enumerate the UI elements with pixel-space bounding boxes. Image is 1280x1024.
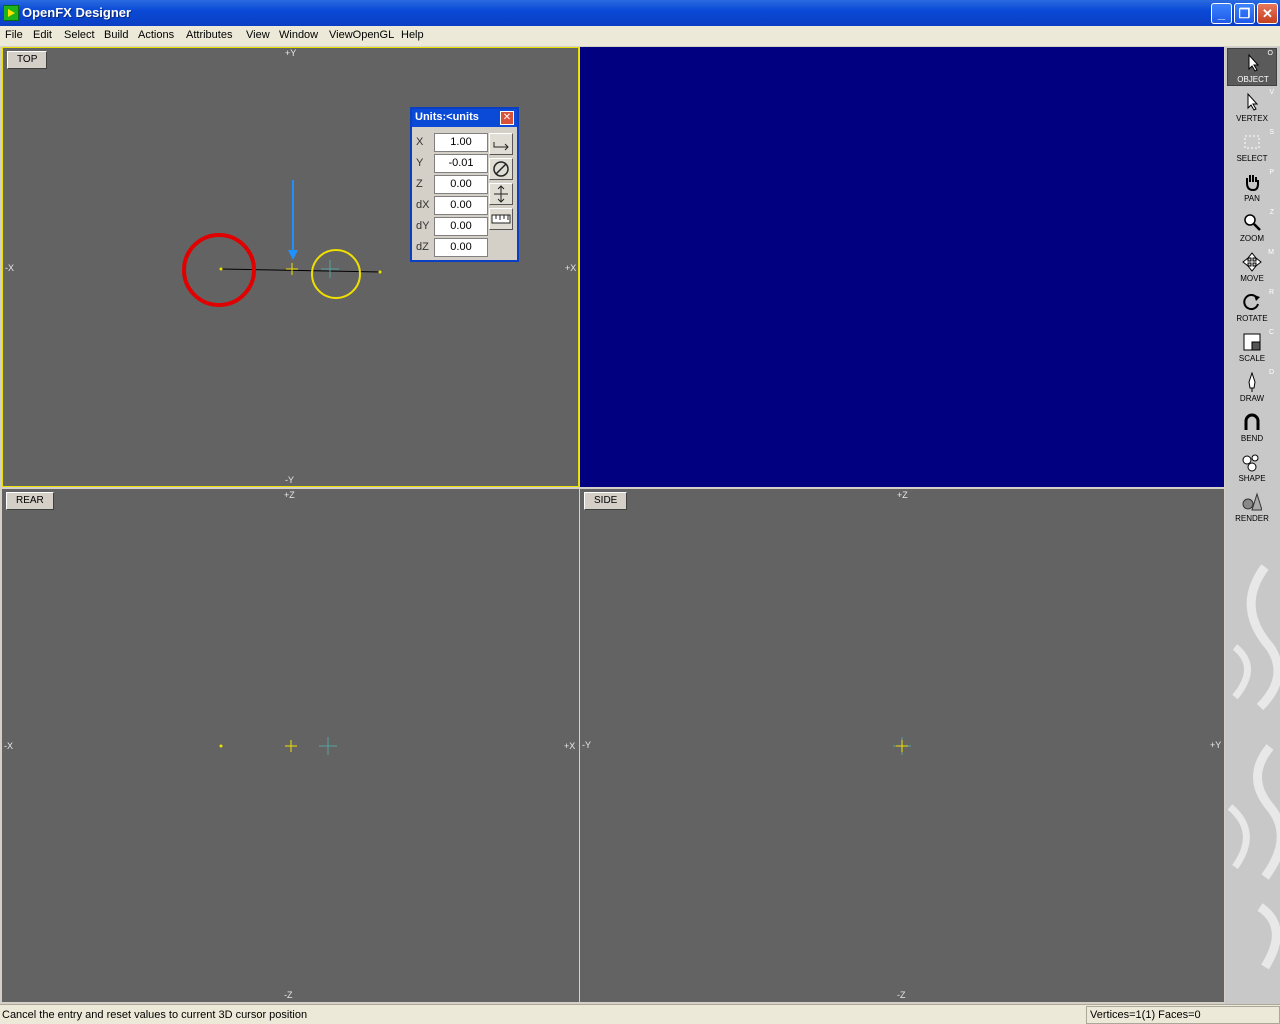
shapes-icon xyxy=(1242,454,1259,472)
tool-scale[interactable]: C SCALE xyxy=(1227,328,1277,366)
vertex-point-left xyxy=(219,267,223,271)
menu-help[interactable]: Help xyxy=(401,29,424,41)
z-input[interactable]: 0.00 xyxy=(434,175,488,194)
pointer-icon xyxy=(1248,53,1260,72)
tool-vertex[interactable]: V VERTEX xyxy=(1227,88,1277,126)
tool-label: MOVE xyxy=(1240,274,1264,283)
dy-input[interactable]: 0.00 xyxy=(434,217,488,236)
pen-icon xyxy=(1248,372,1256,392)
rear-view-canvas xyxy=(219,737,337,755)
tool-draw[interactable]: D DRAW xyxy=(1227,368,1277,406)
units-dialog[interactable]: Units:<units ✕ X 1.00 Y -0.01 Z 0.00 dX … xyxy=(410,107,519,262)
cancel-reset-button[interactable] xyxy=(489,158,513,180)
tool-label: OBJECT xyxy=(1237,75,1269,84)
y-input[interactable]: -0.01 xyxy=(434,154,488,173)
origin-crosshair xyxy=(321,260,339,278)
field-label: dX xyxy=(416,199,430,211)
status-bar: Cancel the entry and reset values to cur… xyxy=(0,1004,1280,1024)
menu-select[interactable]: Select xyxy=(64,29,95,41)
expand-arrows-icon xyxy=(494,185,508,203)
marquee-icon xyxy=(1244,135,1260,149)
tool-rotate[interactable]: R ROTATE xyxy=(1227,288,1277,326)
vertex-point xyxy=(219,744,223,748)
tool-pan[interactable]: P PAN xyxy=(1227,168,1277,206)
tool-label: BEND xyxy=(1240,434,1264,443)
tool-label: SCALE xyxy=(1238,354,1266,363)
vertex-face-count: Vertices=1(1) Faces=0 xyxy=(1086,1006,1280,1024)
apply-button[interactable] xyxy=(489,133,513,155)
magnifier-icon xyxy=(1244,214,1261,231)
tool-label: ROTATE xyxy=(1236,314,1268,323)
measure-between-button[interactable] xyxy=(489,183,513,205)
tool-zoom[interactable]: Z ZOOM xyxy=(1227,208,1277,246)
rotate-icon xyxy=(1243,294,1260,311)
tool-label: VERTEX xyxy=(1236,114,1268,123)
tool-label: DRAW xyxy=(1239,394,1265,403)
x-input[interactable]: 1.00 xyxy=(434,133,488,152)
dz-input[interactable]: 0.00 xyxy=(434,238,488,257)
menu-bar: File Edit Select Build Actions Attribute… xyxy=(0,26,1280,46)
edge-line xyxy=(220,268,382,273)
app-logo-icon xyxy=(3,5,19,21)
minimize-button[interactable]: _ xyxy=(1211,3,1232,24)
title-bar: OpenFX Designer _ ❐ ✕ xyxy=(0,0,1280,26)
3d-cursor-crosshair xyxy=(896,740,908,752)
tool-label: SELECT xyxy=(1236,154,1268,163)
menu-build[interactable]: Build xyxy=(104,29,128,41)
ruler-icon xyxy=(491,214,511,224)
tool-label: SHAPE xyxy=(1238,474,1266,483)
units-dialog-close-button[interactable]: ✕ xyxy=(500,111,514,125)
menu-window[interactable]: Window xyxy=(279,29,318,41)
blue-arrow-annotation xyxy=(288,180,298,260)
status-message: Cancel the entry and reset values to cur… xyxy=(2,1009,308,1021)
tool-label: ZOOM xyxy=(1240,234,1264,243)
3d-cursor-crosshair xyxy=(286,263,298,275)
ruler-button[interactable] xyxy=(489,208,513,230)
menu-attributes[interactable]: Attributes xyxy=(186,29,232,41)
rear-viewport[interactable]: REAR +Z -Z -X +X xyxy=(2,489,579,1002)
perspective-viewport[interactable] xyxy=(580,47,1224,487)
origin-crosshair xyxy=(319,737,337,755)
menu-edit[interactable]: Edit xyxy=(33,29,52,41)
scale-icon xyxy=(1243,333,1261,351)
yellow-highlight-circle xyxy=(311,249,361,299)
move-arrows-icon xyxy=(1242,252,1262,272)
field-label: dZ xyxy=(416,241,429,253)
tool-move[interactable]: M MOVE xyxy=(1227,248,1277,286)
close-button[interactable]: ✕ xyxy=(1257,3,1278,24)
side-viewport[interactable]: SIDE +Z -Z -Y +Y xyxy=(580,489,1224,1002)
vertex-point-right xyxy=(378,270,382,274)
magnet-icon xyxy=(1244,413,1260,430)
vertex-pointer-icon xyxy=(1247,92,1259,111)
dx-input[interactable]: 0.00 xyxy=(434,196,488,215)
menu-viewopengl[interactable]: ViewOpenGL xyxy=(329,29,394,41)
tool-palette: O OBJECT V VERTEX S SELECT P PAN Z ZOOM … xyxy=(1225,47,1280,1004)
field-label: dY xyxy=(416,220,430,232)
tool-render[interactable]: RENDER xyxy=(1227,488,1277,526)
tool-object[interactable]: O OBJECT xyxy=(1227,48,1277,86)
field-label: Z xyxy=(416,178,423,190)
restore-button[interactable]: ❐ xyxy=(1234,3,1255,24)
hand-icon xyxy=(1246,175,1259,192)
menu-actions[interactable]: Actions xyxy=(138,29,174,41)
tool-label: PAN xyxy=(1244,194,1260,203)
tool-bend[interactable]: BEND xyxy=(1227,408,1277,446)
cancel-circle-icon xyxy=(493,161,509,177)
tool-select[interactable]: S SELECT xyxy=(1227,128,1277,166)
field-label: Y xyxy=(416,157,424,169)
red-highlight-circle xyxy=(182,233,256,307)
apply-arrow-icon xyxy=(493,142,509,151)
field-label: X xyxy=(416,136,424,148)
menu-file[interactable]: File xyxy=(5,29,23,41)
side-view-canvas xyxy=(893,737,911,755)
3d-cursor-crosshair xyxy=(285,740,297,752)
tool-label: RENDER xyxy=(1235,514,1269,523)
window-title: OpenFX Designer xyxy=(22,5,132,20)
menu-view[interactable]: View xyxy=(246,29,270,41)
render-icon xyxy=(1242,492,1262,511)
tool-shape[interactable]: SHAPE xyxy=(1227,448,1277,486)
